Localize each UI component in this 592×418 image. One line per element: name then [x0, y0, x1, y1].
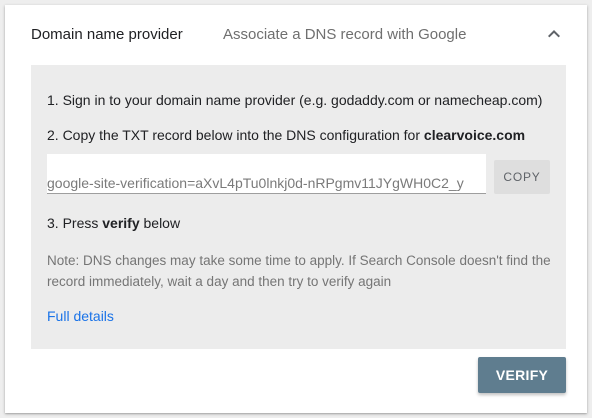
txt-record-field[interactable]: google-site-verification=aXvL4pTu0lnkj0d…: [47, 154, 486, 194]
expansion-panel-header[interactable]: Domain name provider Associate a DNS rec…: [5, 5, 587, 65]
chevron-up-icon[interactable]: [542, 22, 566, 46]
step-3-suffix: below: [139, 215, 181, 231]
txt-record-value[interactable]: google-site-verification=aXvL4pTu0lnkj0d…: [47, 175, 464, 191]
dns-note: Note: DNS changes may take some time to …: [47, 253, 551, 289]
domain-name: clearvoice.com: [423, 127, 526, 143]
step-2-prefix: 2. Copy the TXT record below into the DN…: [47, 127, 424, 143]
verify-button[interactable]: VERIFY: [478, 357, 566, 393]
step-2-text: 2. Copy the TXT record below into the DN…: [47, 127, 525, 143]
header-title: Domain name provider: [31, 26, 183, 43]
full-details-link[interactable]: Full details: [47, 308, 114, 324]
step-3-prefix: 3. Press: [47, 215, 103, 231]
step-1-text: 1. Sign in to your domain name provider …: [47, 92, 543, 108]
copy-button[interactable]: COPY: [494, 160, 550, 194]
header-description: Associate a DNS record with Google: [223, 26, 467, 43]
step-3-text: 3. Press verify below: [47, 215, 180, 231]
step-3-bold: verify: [102, 215, 140, 231]
instructions-panel: 1. Sign in to your domain name provider …: [31, 65, 566, 349]
dns-verification-card: Domain name provider Associate a DNS rec…: [5, 5, 587, 413]
